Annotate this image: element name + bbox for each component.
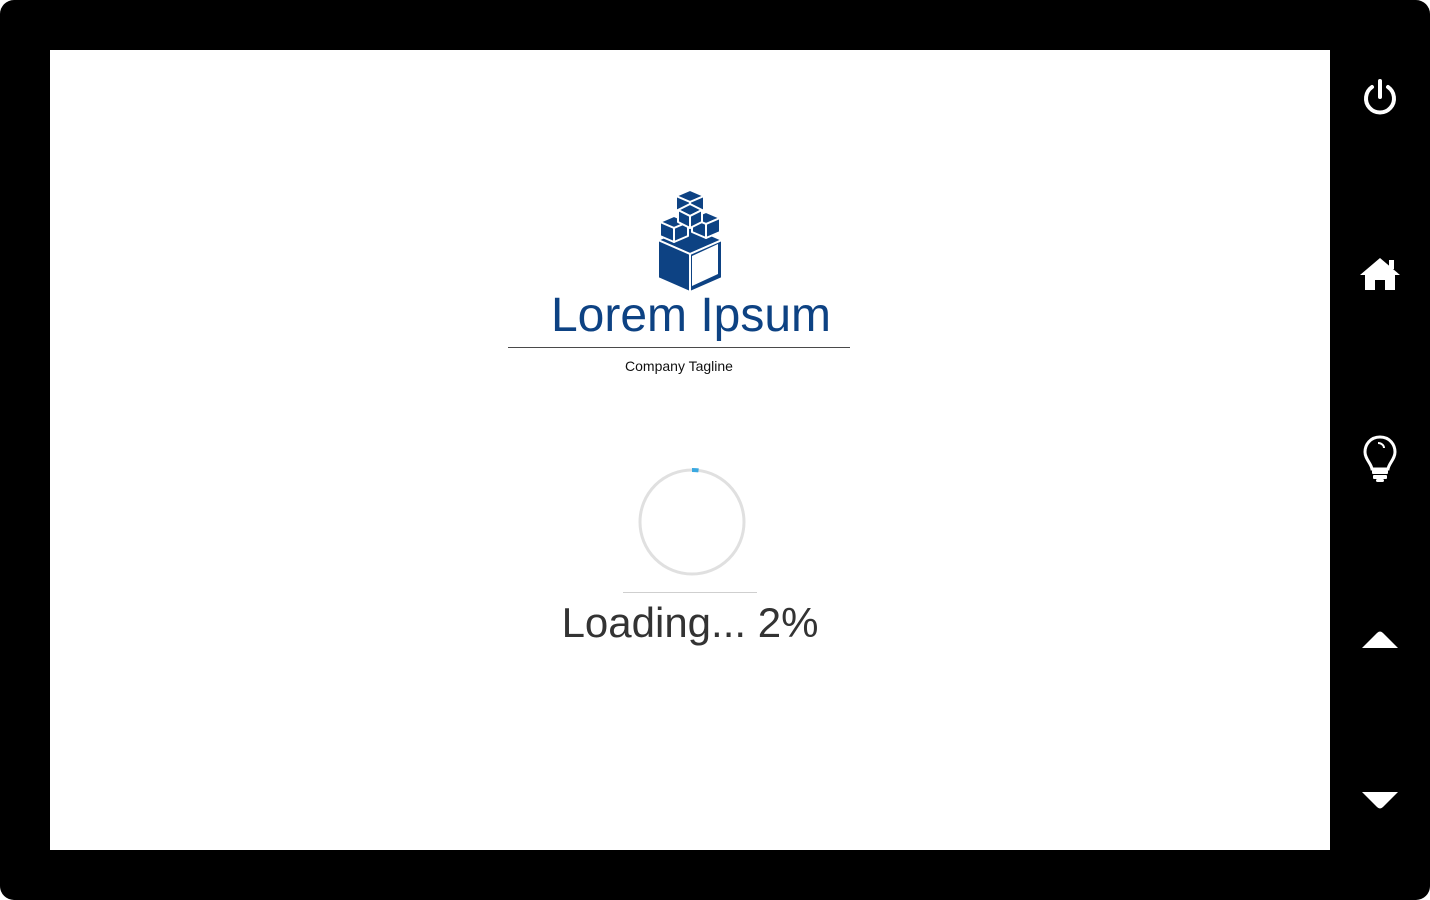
home-icon [1360, 258, 1400, 290]
power-icon [1364, 79, 1396, 115]
idea-button[interactable] [1352, 431, 1408, 487]
loading-divider [623, 592, 757, 593]
loading-spinner [638, 468, 746, 576]
company-name: Lorem Ipsum [550, 289, 832, 342]
screen: Lorem Ipsum Company Tagline Loading... 2… [50, 50, 1330, 850]
power-button[interactable] [1352, 69, 1408, 125]
lightbulb-icon [1363, 435, 1397, 482]
home-button[interactable] [1352, 246, 1408, 302]
device-frame: Lorem Ipsum Company Tagline Loading... 2… [0, 0, 1430, 900]
chevron-up-icon [1362, 631, 1398, 648]
company-tagline: Company Tagline [625, 358, 733, 374]
loading-status-text: Loading... 2% [561, 599, 819, 646]
scroll-down-button[interactable] [1352, 773, 1408, 829]
stacked-cubes-icon [657, 189, 723, 293]
chevron-down-icon [1362, 792, 1398, 809]
spinner-track [638, 468, 746, 576]
scroll-up-button[interactable] [1352, 611, 1408, 667]
logo-divider [508, 347, 850, 348]
